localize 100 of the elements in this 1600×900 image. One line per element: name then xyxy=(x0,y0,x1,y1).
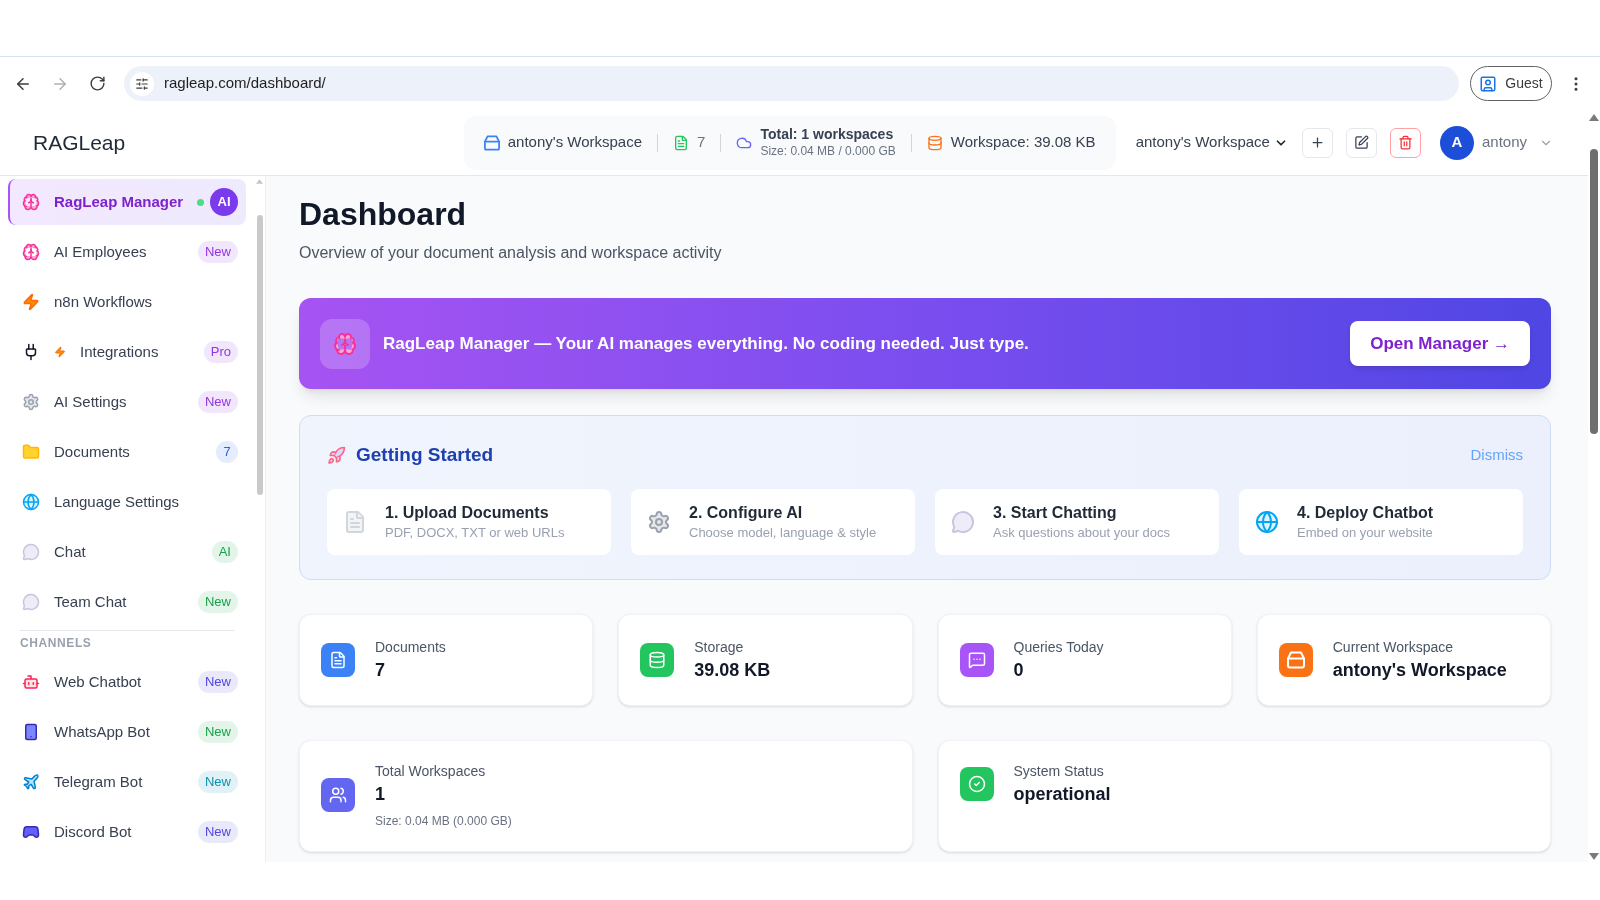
user-name[interactable]: antony xyxy=(1481,131,1527,154)
stat-label: Documents xyxy=(375,638,446,657)
gamepad-icon xyxy=(22,823,40,841)
sidebar-item[interactable]: Web Chatbot New xyxy=(8,659,246,705)
stat-value: 1 xyxy=(375,783,386,806)
menu-badge: AI xyxy=(211,541,238,563)
step-card[interactable]: 2. Configure AI Choose model, language & style xyxy=(631,489,915,555)
user-avatar[interactable]: A xyxy=(1439,125,1474,160)
sidebar-item[interactable]: AI Settings New xyxy=(8,379,246,425)
scrollbar-thumb[interactable] xyxy=(256,215,263,495)
gear-icon xyxy=(647,510,671,534)
folder-icon xyxy=(22,443,40,461)
header-stat-note: Size: 0.04 MB / 0.000 GB xyxy=(760,142,896,160)
chat-icon xyxy=(959,643,994,677)
globe-icon xyxy=(22,493,40,511)
banner-text: RagLeap Manager — Your AI manages everything. No coding needed. Just type. xyxy=(383,332,1029,355)
stat-note: Size: 0.04 MB (0.000 GB) xyxy=(375,813,512,829)
scroll-down-icon[interactable] xyxy=(1589,853,1599,860)
header-stat: Workspace: 39.08 KB xyxy=(950,132,1096,153)
sidebar-item[interactable]: n8n Workflows xyxy=(8,279,246,325)
sidebar-item[interactable]: Integrations Pro xyxy=(8,329,246,375)
menu-badge: 7 xyxy=(216,441,238,463)
step-title: 2. Configure AI xyxy=(689,503,804,523)
section-title: Getting Started xyxy=(356,442,494,467)
sidebar-item[interactable]: Discord Bot New xyxy=(8,809,246,855)
step-card[interactable]: 3. Start Chatting Ask questions about your docs xyxy=(935,489,1219,555)
stat-label: Total Workspaces xyxy=(375,762,487,781)
menu-badge: New xyxy=(198,721,238,743)
user-square-icon xyxy=(1479,74,1498,93)
workspace-select[interactable]: antony's Workspace xyxy=(1135,131,1288,154)
header-stat: Total: 1 workspaces xyxy=(760,125,895,143)
delete-button[interactable] xyxy=(1389,127,1421,158)
open-manager-button[interactable]: Open Manager → xyxy=(1350,321,1530,366)
step-description: Embed on your website xyxy=(1297,524,1433,542)
step-title: 3. Start Chatting xyxy=(993,503,1118,523)
lightning-icon xyxy=(54,345,66,359)
menu-badge: New xyxy=(198,241,238,263)
database-icon xyxy=(926,134,943,151)
brain-icon xyxy=(22,243,40,261)
document-icon xyxy=(343,510,367,534)
globe-icon xyxy=(1255,510,1279,534)
step-description: PDF, DOCX, TXT or web URLs xyxy=(385,524,565,542)
pencil-icon xyxy=(1353,135,1369,150)
step-description: Choose model, language & style xyxy=(689,524,877,542)
stat-value: 7 xyxy=(375,659,386,682)
box-icon xyxy=(483,134,500,151)
stat-value: operational xyxy=(1013,783,1111,806)
menu-badge: New xyxy=(198,391,238,413)
menu-badge: New xyxy=(198,821,238,843)
stat-label: Current Workspace xyxy=(1332,638,1455,657)
speech-bubble-icon xyxy=(22,543,40,561)
brain-icon xyxy=(320,318,370,369)
sidebar-item[interactable]: WhatsApp Bot New xyxy=(8,709,246,755)
section-heading: CHANNELS xyxy=(19,636,93,650)
scrollbar-thumb[interactable] xyxy=(1590,149,1598,434)
sidebar-item[interactable]: Telegram Bot New xyxy=(8,759,246,805)
header-stat: antony's Workspace xyxy=(507,132,643,153)
stat-label: System Status xyxy=(1013,762,1105,781)
menu-badge: New xyxy=(198,771,238,793)
step-title: 4. Deploy Chatbot xyxy=(1297,503,1433,523)
step-description: Ask questions about your docs xyxy=(993,524,1171,542)
speech-bubble-icon xyxy=(22,593,40,611)
sliders-icon[interactable] xyxy=(130,71,154,96)
sidebar-item[interactable]: RagLeap Manager AI xyxy=(8,179,246,225)
lightning-icon xyxy=(22,293,40,311)
robot-icon xyxy=(22,673,40,691)
stat-label: Storage xyxy=(694,638,745,657)
page-subtitle: Overview of your document analysis and workspace activity xyxy=(299,243,723,263)
menu-badge: New xyxy=(198,591,238,613)
rocket-icon xyxy=(327,445,346,465)
step-card[interactable]: 4. Deploy Chatbot Embed on your website xyxy=(1239,489,1523,555)
users-icon xyxy=(321,778,355,812)
sidebar-item[interactable]: Team Chat New xyxy=(8,579,246,625)
trash-icon xyxy=(1397,135,1413,150)
box-icon xyxy=(1278,643,1313,677)
speech-bubble-icon xyxy=(951,510,975,534)
menu-badge: New xyxy=(198,671,238,693)
edit-button[interactable] xyxy=(1345,127,1377,158)
scroll-up-icon[interactable] xyxy=(1589,114,1599,121)
step-card[interactable]: 1. Upload Documents PDF, DOCX, TXT or web URLs xyxy=(327,489,611,555)
sidebar-item[interactable]: Documents 7 xyxy=(8,429,246,475)
address-bar[interactable]: ragleap.com/dashboard/ xyxy=(124,66,1459,101)
stat-value: antony's Workspace xyxy=(1332,659,1507,682)
menu-badge: Pro xyxy=(203,341,238,363)
sidebar-item[interactable]: Language Settings xyxy=(8,479,246,525)
sidebar-item[interactable]: Chat AI xyxy=(8,529,246,575)
step-title: 1. Upload Documents xyxy=(385,503,550,523)
airplane-icon xyxy=(22,773,40,791)
sidebar-item[interactable]: AI Employees New xyxy=(8,229,246,275)
stat-value: 0 xyxy=(1013,659,1025,682)
reload-icon[interactable] xyxy=(89,75,106,92)
stat-label: Queries Today xyxy=(1013,638,1104,657)
phone-icon xyxy=(22,723,40,741)
plus-icon xyxy=(1309,135,1325,150)
gear-icon xyxy=(22,393,40,411)
header-stat: 7 xyxy=(697,132,706,153)
database-icon xyxy=(640,643,675,677)
menu-badge: AI xyxy=(210,188,238,216)
stat-value: 39.08 KB xyxy=(694,659,771,682)
page-title: Dashboard xyxy=(299,195,468,234)
